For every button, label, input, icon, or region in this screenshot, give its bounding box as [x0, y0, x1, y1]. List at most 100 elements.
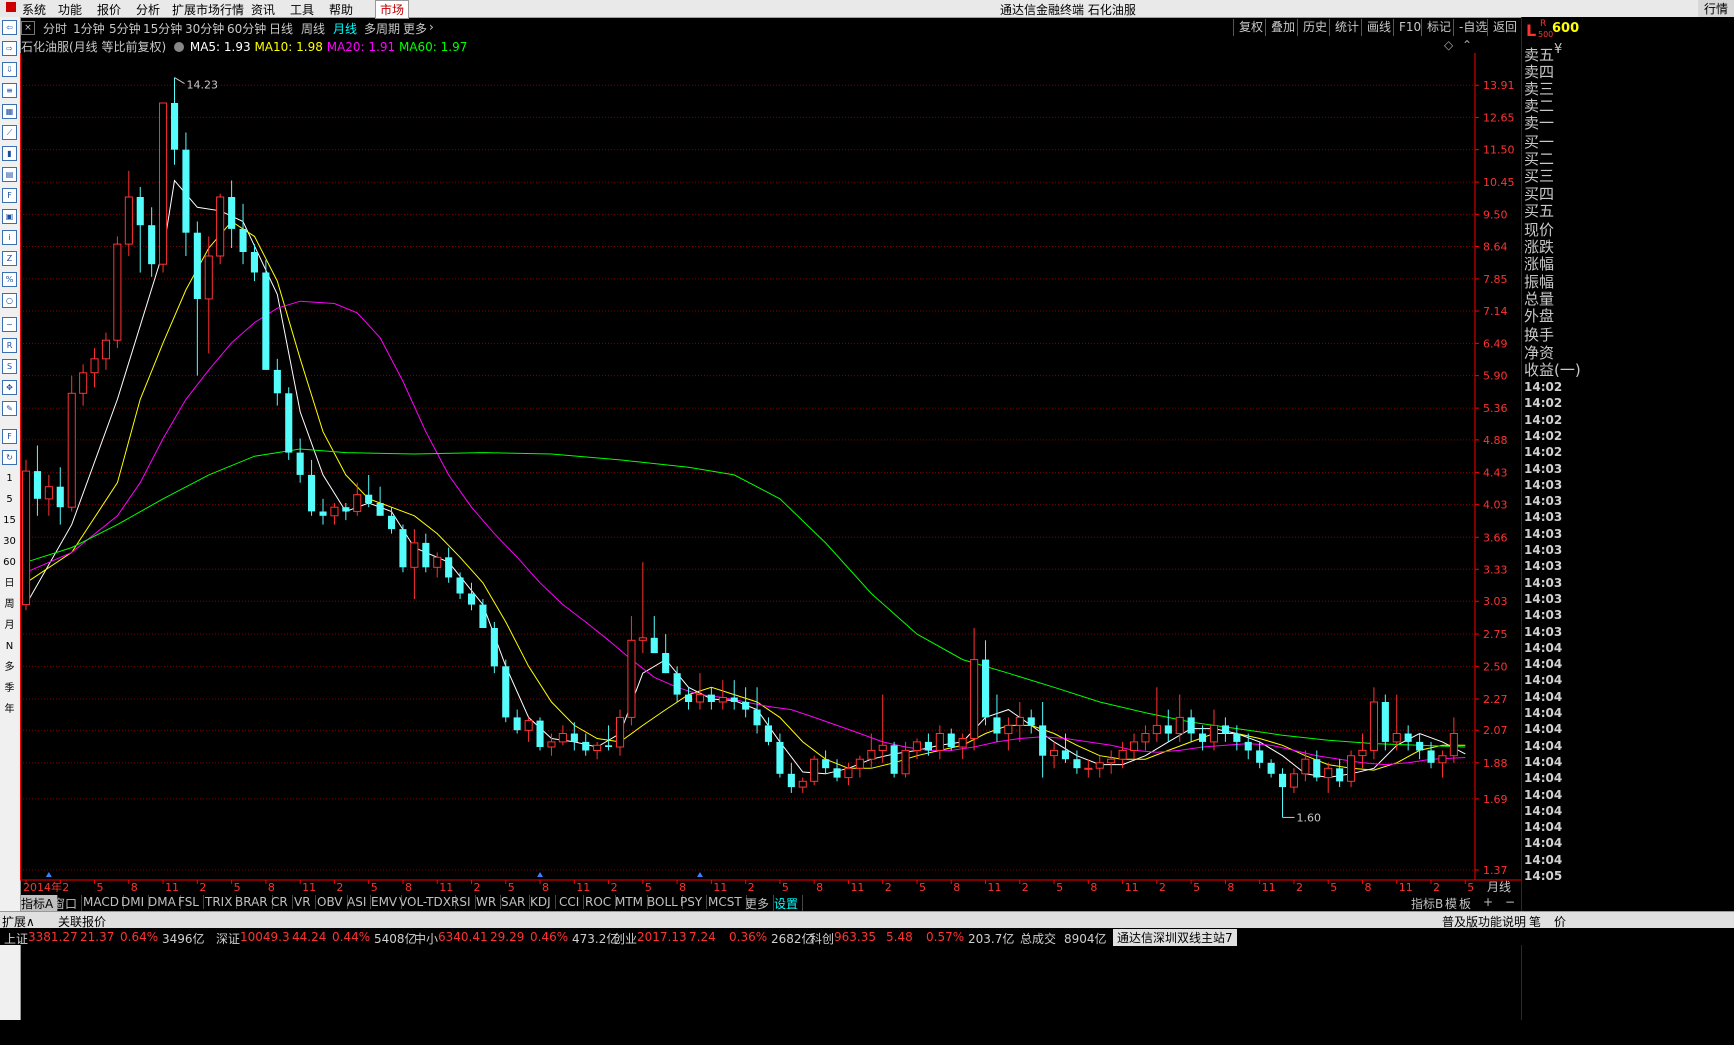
indicator-tab-更多[interactable]: 更多 [745, 895, 775, 912]
overlay-button[interactable]: 叠加 [1265, 19, 1300, 36]
period-5[interactable]: 5 [1, 491, 18, 508]
period-30[interactable]: 30 [1, 533, 18, 550]
tab-period-15min[interactable]: 15分钟 [143, 20, 182, 37]
index-name[interactable]: 创业 [613, 930, 637, 947]
tab-period-day[interactable]: 日线 [269, 20, 293, 37]
indicator-tab-boll[interactable]: BOLL [647, 895, 683, 909]
index-name[interactable]: 上证 [4, 930, 28, 947]
indicator-tab-kdj[interactable]: KDJ [530, 895, 556, 909]
tab-period-1min[interactable]: 1分钟 [73, 20, 105, 37]
percent-icon[interactable]: % [2, 272, 17, 287]
circle-icon[interactable]: ○ [2, 293, 17, 308]
refresh-icon[interactable]: ↻ [2, 450, 17, 465]
menu-help[interactable]: 帮助 [329, 1, 353, 18]
kline-chart[interactable]: 13.91 12.65 11.50 10.45 9.50 8.64 7.85 7.14 6.49… [20, 53, 1521, 894]
list-icon[interactable]: ≡ [2, 83, 17, 98]
menu-analysis[interactable]: 分析 [136, 1, 160, 18]
quote-corner-button[interactable]: 行情 [1698, 0, 1734, 17]
indicator-tab-mcst[interactable]: MCST [708, 895, 747, 909]
period-month[interactable]: 月 [1, 617, 18, 634]
line-chart-icon[interactable]: ⟋ [2, 125, 17, 140]
indicator-tab-trix[interactable]: TRIX [205, 895, 238, 909]
menu-ext-market[interactable]: 扩展市场行情 [172, 1, 244, 18]
tab-period-week[interactable]: 周线 [301, 20, 325, 37]
indicator-right-4[interactable]: − [1505, 895, 1519, 909]
grid-icon[interactable]: ▦ [2, 104, 17, 119]
index-name[interactable]: 中小 [414, 930, 438, 947]
period-1[interactable]: 1 [1, 470, 18, 487]
mark-button[interactable]: 标记 [1421, 19, 1456, 36]
indicator-tab-窗口[interactable]: 窗口 [53, 895, 83, 912]
return-button[interactable]: 返回 [1487, 19, 1522, 36]
tab-period-60min[interactable]: 60分钟 [227, 20, 266, 37]
close-chart-icon[interactable]: × [21, 21, 35, 35]
fq-icon[interactable]: F [2, 188, 17, 203]
period-day[interactable]: 日 [1, 575, 18, 592]
indicator-tab-vr[interactable]: VR [294, 895, 316, 909]
period-season[interactable]: 季 [1, 680, 18, 697]
indicator-tab-brar[interactable]: BRAR [235, 895, 273, 909]
period-n[interactable]: N [1, 638, 18, 655]
indicator-tab-mtm[interactable]: MTM [615, 895, 649, 909]
menu-system[interactable]: 系统 [22, 1, 46, 18]
indicator-tab-dma[interactable]: DMA [148, 895, 181, 909]
report-icon[interactable]: ▣ [2, 209, 17, 224]
tab-period-30min[interactable]: 30分钟 [185, 20, 224, 37]
rsi-icon[interactable]: R [2, 338, 17, 353]
history-button[interactable]: 历史 [1297, 19, 1332, 36]
dropdown-circle-icon[interactable] [174, 42, 185, 52]
indicator-tab-roc[interactable]: ROC [585, 895, 617, 909]
indicator-tab-fsl[interactable]: FSL [178, 895, 204, 909]
indicator-tab-cr[interactable]: CR [271, 895, 293, 909]
tab-period-month[interactable]: 月线 [333, 20, 357, 37]
down-icon[interactable]: ⇩ [2, 62, 17, 77]
tab-period-more[interactable]: 更多 [403, 20, 427, 37]
statistics-button[interactable]: 统计 [1329, 19, 1364, 36]
menu-tools[interactable]: 工具 [290, 1, 314, 18]
move-icon[interactable]: ✥ [2, 380, 17, 395]
info-icon[interactable]: i [2, 230, 17, 245]
fz-icon[interactable]: Z [2, 251, 17, 266]
index-name[interactable]: 科创 [810, 930, 834, 947]
indicator-tab-cci[interactable]: CCI [559, 895, 585, 909]
indicator-tab-psy[interactable]: PSY [680, 895, 708, 909]
back-icon[interactable]: ⇦ [2, 20, 17, 35]
menu-market[interactable]: 市场 [375, 0, 410, 19]
index-name[interactable]: 深证 [216, 930, 240, 947]
s-icon[interactable]: S [2, 359, 17, 374]
event-marker-icon[interactable] [696, 872, 703, 877]
chevron-right-icon[interactable]: › [429, 20, 434, 34]
chevron-up-icon[interactable]: ⌃ [1462, 38, 1472, 52]
indicator-tab-emv[interactable]: EMV [371, 895, 403, 909]
period-15[interactable]: 15 [1, 512, 18, 529]
indicator-tab-macd[interactable]: MACD [83, 895, 124, 909]
period-multi[interactable]: 多 [1, 659, 18, 676]
period-week[interactable]: 周 [1, 596, 18, 613]
menu-quote[interactable]: 报价 [97, 1, 121, 18]
diamond-icon[interactable]: ◇ [1444, 38, 1453, 52]
candle-icon[interactable]: ▮ [2, 146, 17, 161]
event-marker-icon[interactable] [537, 872, 544, 877]
wave-icon[interactable]: ~ [2, 317, 17, 332]
event-marker-icon[interactable] [45, 872, 52, 877]
indicator-tab-obv[interactable]: OBV [317, 895, 348, 909]
indicator-tab-sar[interactable]: SAR [501, 895, 531, 909]
indicator-tab-设置[interactable]: 设置 [774, 895, 804, 912]
indicator-tab-vol-tdx[interactable]: VOL-TDX [399, 895, 456, 909]
tab-period-5min[interactable]: 5分钟 [109, 20, 141, 37]
indicator-right-0[interactable]: 指标B [1411, 895, 1447, 912]
indicator-tab-wr[interactable]: WR [476, 895, 502, 909]
tab-period-multi[interactable]: 多周期 [364, 20, 400, 37]
menu-function[interactable]: 功能 [58, 1, 82, 18]
pen-icon[interactable]: ✎ [2, 401, 17, 416]
indicator-right-3[interactable]: + [1483, 895, 1497, 909]
menu-news[interactable]: 资讯 [251, 1, 275, 18]
server-station[interactable]: 通达信深圳双线主站7 [1113, 929, 1237, 946]
indicator-tab-asi[interactable]: ASI [347, 895, 372, 909]
draw-line-button[interactable]: 画线 [1361, 19, 1396, 36]
period-year[interactable]: 年 [1, 701, 18, 718]
restore-rights-button[interactable]: 复权 [1233, 19, 1268, 36]
tab-period-fenshi[interactable]: 分时 [43, 20, 67, 37]
forward-icon[interactable]: ⇨ [2, 41, 17, 56]
period-60[interactable]: 60 [1, 554, 18, 571]
